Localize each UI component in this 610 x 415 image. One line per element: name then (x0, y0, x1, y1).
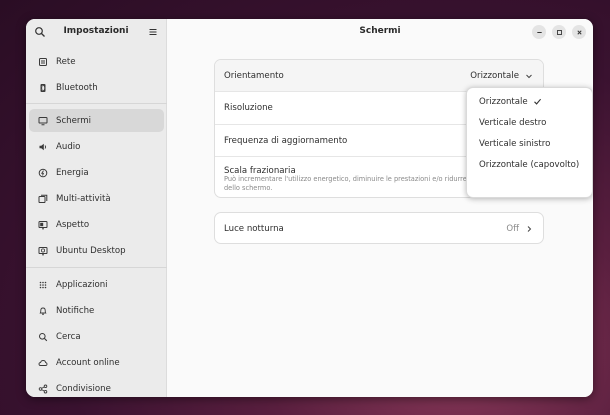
sidebar-item-energia[interactable]: Energia (29, 161, 164, 184)
sidebar-item-aspetto[interactable]: Aspetto (29, 213, 164, 236)
option-label: Verticale destro (479, 117, 547, 128)
maximize-icon (556, 29, 562, 35)
orientation-value: Orizzontale (470, 70, 519, 81)
option-label: Orizzontale (479, 96, 528, 107)
minimize-button[interactable] (532, 25, 546, 39)
chevron-right-icon (527, 226, 532, 232)
bluetooth-icon (38, 83, 48, 93)
display-icon (38, 116, 48, 126)
sidebar-item-label: Schermi (56, 115, 92, 126)
sidebar-divider (26, 103, 167, 104)
close-button[interactable] (572, 25, 586, 39)
sidebar-item-label: Multi-attività (56, 193, 111, 204)
resolution-label: Risoluzione (224, 103, 273, 113)
orientation-option-portrait-right[interactable]: Verticale destro (470, 112, 589, 133)
sidebar-item-label: Applicazioni (56, 279, 108, 290)
search-icon (38, 332, 48, 342)
sidebar-header: Impostazioni (26, 19, 166, 45)
sidebar-item-ubuntu-desktop[interactable]: Ubuntu Desktop (29, 239, 164, 262)
sidebar-item-applicazioni[interactable]: Applicazioni (29, 273, 164, 296)
main-panel: Schermi Orientamento Orizzontale Risoluz… (167, 19, 593, 397)
orientation-popover-menu: Orizzontale Verticale destro Verticale s… (466, 87, 593, 198)
sidebar-item-label: Aspetto (56, 219, 90, 230)
orientation-label: Orientamento (224, 70, 284, 81)
night-light-value: Off (506, 224, 519, 234)
close-icon (576, 29, 582, 35)
power-icon (38, 168, 48, 178)
sidebar-item-label: Cerca (56, 331, 81, 342)
network-icon (38, 57, 48, 67)
sidebar-item-label: Condivisione (56, 383, 111, 394)
sidebar-item-label: Account online (56, 357, 120, 368)
multitasking-icon (38, 194, 48, 204)
option-label: Verticale sinistro (479, 138, 551, 149)
sidebar-item-bluetooth[interactable]: Bluetooth (29, 76, 164, 99)
sidebar-divider (26, 267, 167, 268)
sidebar-item-label: Ubuntu Desktop (56, 245, 126, 256)
cloud-icon (38, 358, 48, 368)
sidebar-item-account-online[interactable]: Account online (29, 351, 164, 374)
sidebar-item-cerca[interactable]: Cerca (29, 325, 164, 348)
hamburger-menu-icon[interactable] (147, 26, 159, 38)
sidebar-item-label: Energia (56, 167, 89, 178)
orientation-option-portrait-left[interactable]: Verticale sinistro (470, 133, 589, 154)
sidebar-item-label: Audio (56, 141, 81, 152)
sidebar-item-notifiche[interactable]: Notifiche (29, 299, 164, 322)
sidebar-item-label: Bluetooth (56, 82, 98, 93)
settings-window: Impostazioni Rete Bluetooth Schermi Audi… (26, 19, 593, 397)
refresh-rate-label: Frequenza di aggiornamento (224, 135, 348, 146)
night-light-card: Luce notturna Off (214, 212, 544, 244)
sidebar-item-schermi[interactable]: Schermi (29, 109, 164, 132)
maximize-button[interactable] (552, 25, 566, 39)
sidebar-title: Impostazioni (63, 26, 129, 36)
page-title: Schermi (359, 26, 401, 36)
ubuntu-desktop-icon (38, 246, 48, 256)
minimize-icon (536, 31, 542, 33)
checkmark-icon (533, 98, 541, 105)
option-label: Orizzontale (capovolto) (479, 159, 580, 170)
bell-icon (38, 306, 48, 316)
sidebar-item-label: Notifiche (56, 305, 95, 316)
apps-grid-icon (38, 280, 48, 290)
sidebar-item-rete[interactable]: Rete (29, 50, 164, 73)
chevron-down-icon (526, 74, 532, 78)
orientation-option-landscape-flipped[interactable]: Orizzontale (capovolto) (470, 154, 589, 175)
appearance-icon (38, 220, 48, 230)
orientation-option-landscape[interactable]: Orizzontale (470, 91, 589, 112)
sidebar-item-audio[interactable]: Audio (29, 135, 164, 158)
night-light-row[interactable]: Luce notturna Off (215, 213, 543, 243)
night-light-label: Luce notturna (224, 224, 284, 234)
speaker-icon (38, 142, 48, 152)
sidebar-item-multi-attivita[interactable]: Multi-attività (29, 187, 164, 210)
share-icon (38, 384, 48, 394)
sidebar-item-label: Rete (56, 56, 76, 67)
sidebar-item-condivisione[interactable]: Condivisione (29, 377, 164, 397)
sidebar: Impostazioni Rete Bluetooth Schermi Audi… (26, 19, 167, 397)
